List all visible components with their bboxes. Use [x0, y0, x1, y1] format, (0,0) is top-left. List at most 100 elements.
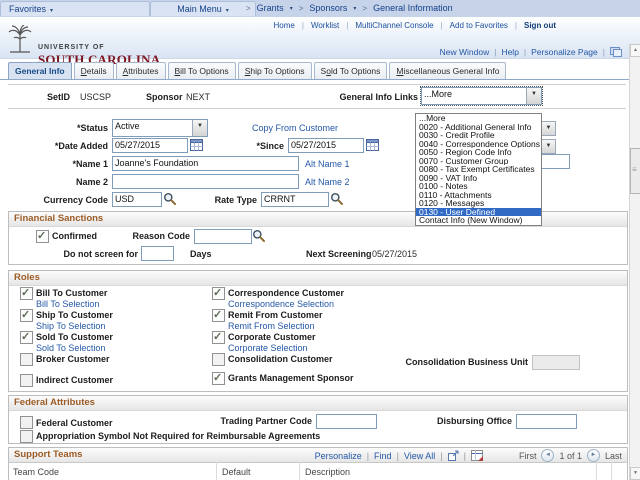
currency-code-label: Currency Code — [0, 195, 108, 205]
dropdown-option[interactable]: 0110 - Attachments — [416, 191, 541, 200]
breadcrumb-separator-icon: > — [299, 4, 304, 13]
view-all-link[interactable]: View All — [404, 451, 435, 461]
scroll-down-icon[interactable]: ▼ — [630, 467, 640, 480]
find-link[interactable]: Find — [374, 451, 392, 461]
dropdown-option[interactable]: 0090 - VAT Info — [416, 174, 541, 183]
confirmed-checkbox[interactable] — [36, 230, 49, 243]
dropdown-option[interactable]: 0100 - Notes — [416, 182, 541, 191]
pager-previous-icon[interactable]: ◄ — [541, 449, 554, 462]
tab-general-info[interactable]: General Info — [8, 62, 72, 80]
dropdown-option[interactable]: 0040 - Correspondence Options — [416, 140, 541, 149]
disbursing-office-input[interactable] — [516, 414, 577, 429]
http-window-icon[interactable] — [610, 47, 622, 57]
multichannel-console-link[interactable]: MultiChannel Console — [355, 21, 433, 30]
hidden-dropdown-arrow-icon[interactable]: ▼ — [541, 121, 556, 136]
usc-palmetto-logo-icon — [8, 25, 32, 53]
new-window-link[interactable]: New Window — [440, 47, 490, 57]
scrollbar-thumb[interactable] — [630, 148, 640, 194]
hidden-text-input[interactable] — [538, 154, 570, 169]
general-info-links-label: General Info Links — [300, 92, 418, 102]
tab-ship-to-options[interactable]: Ship To Options — [238, 62, 312, 80]
corporate-selection-link[interactable]: Corporate Selection — [228, 343, 308, 353]
lookup-magnifier-icon[interactable] — [252, 229, 265, 242]
bill-to-customer-checkbox[interactable] — [20, 287, 33, 300]
breadcrumb-sponsors[interactable]: Sponsors — [309, 3, 347, 13]
status-select[interactable]: Active ▼ — [112, 119, 208, 137]
dropdown-option[interactable]: 0050 - Region Code Info — [416, 148, 541, 157]
personalize-page-link[interactable]: Personalize Page — [531, 47, 598, 57]
dropdown-option[interactable]: Contact Info (New Window) — [416, 216, 541, 225]
help-link[interactable]: Help — [501, 47, 518, 57]
peoplesoft-sponsor-general-information-page: Favorites▾ Main Menu▾ > Grants ▾ > Spons… — [0, 0, 640, 480]
sold-to-selection-link[interactable]: Sold To Selection — [36, 343, 105, 353]
vertical-scrollbar[interactable]: ▲ ▼ — [629, 44, 640, 480]
since-input[interactable]: 05/27/2015 — [288, 138, 364, 153]
download-to-excel-icon[interactable] — [471, 450, 483, 461]
tab-details[interactable]: Details — [74, 62, 114, 80]
broker-customer-checkbox[interactable] — [20, 353, 33, 366]
indirect-customer-checkbox[interactable] — [20, 374, 33, 387]
tab-attributes[interactable]: Attributes — [116, 62, 166, 80]
reason-code-input[interactable] — [194, 229, 252, 244]
chevron-down-icon: ▾ — [226, 8, 229, 14]
alt-name1-link[interactable]: Alt Name 1 — [305, 159, 350, 169]
favorites-menu[interactable]: Favorites▾ — [0, 1, 150, 16]
alt-name2-link[interactable]: Alt Name 2 — [305, 177, 350, 187]
dropdown-arrow-icon: ▼ — [526, 88, 541, 104]
zoom-grid-icon[interactable] — [448, 450, 459, 461]
scroll-up-icon[interactable]: ▲ — [630, 44, 640, 57]
corporate-customer-checkbox[interactable] — [212, 331, 225, 344]
general-info-links-open-list: ...More 0020 - Additional General Info 0… — [415, 113, 542, 226]
general-info-links-select[interactable]: ...More ▼ — [421, 87, 542, 105]
sign-out-link[interactable]: Sign out — [524, 21, 556, 30]
rate-type-input[interactable]: CRRNT — [261, 192, 329, 207]
separator: | — [603, 47, 605, 57]
dropdown-option[interactable]: 0080 - Tax Exempt Certificates — [416, 165, 541, 174]
column-header-team-code: Team Code — [13, 467, 59, 477]
remit-from-customer-checkbox[interactable] — [212, 309, 225, 322]
dropdown-option[interactable]: 0030 - Credit Profile — [416, 131, 541, 140]
pager-next-icon[interactable]: ► — [587, 449, 600, 462]
remit-from-selection-link[interactable]: Remit From Selection — [228, 321, 315, 331]
name1-input[interactable]: Joanne's Foundation — [112, 156, 299, 171]
trading-partner-code-input[interactable] — [316, 414, 377, 429]
breadcrumb-grants[interactable]: Grants — [257, 3, 284, 13]
bill-to-selection-link[interactable]: Bill To Selection — [36, 299, 99, 309]
tab-bill-to-options[interactable]: Bill To Options — [168, 62, 236, 80]
sponsor-label: Sponsor — [146, 92, 183, 102]
add-to-favorites-link[interactable]: Add to Favorites — [450, 21, 508, 30]
ship-to-selection-link[interactable]: Ship To Selection — [36, 321, 105, 331]
correspondence-customer-checkbox[interactable] — [212, 287, 225, 300]
dropdown-option-selected[interactable]: 0130 - User Defined — [416, 208, 541, 217]
copy-from-customer-link[interactable]: Copy From Customer — [252, 123, 338, 133]
lookup-magnifier-icon[interactable] — [330, 192, 343, 205]
date-added-input[interactable]: 05/27/2015 — [112, 138, 188, 153]
dropdown-option[interactable]: 0070 - Customer Group — [416, 157, 541, 166]
grants-management-sponsor-checkbox[interactable] — [212, 372, 225, 385]
worklist-link[interactable]: Worklist — [311, 21, 339, 30]
chevron-down-icon[interactable]: ▾ — [290, 5, 293, 12]
main-menu[interactable]: Main Menu▾ — [150, 1, 256, 16]
status-label: *Status — [0, 123, 108, 133]
calendar-icon[interactable] — [366, 138, 379, 151]
tab-sold-to-options[interactable]: Sold To Options — [314, 62, 388, 80]
appropriation-symbol-checkbox[interactable] — [20, 430, 33, 443]
personalize-link[interactable]: Personalize — [315, 451, 362, 461]
chevron-down-icon[interactable]: ▾ — [353, 5, 356, 12]
name2-input[interactable] — [112, 174, 299, 189]
federal-customer-checkbox[interactable] — [20, 416, 33, 429]
sold-to-customer-checkbox[interactable] — [20, 331, 33, 344]
separator: | — [441, 21, 443, 30]
tab-miscellaneous-general-info[interactable]: Miscellaneous General Info — [389, 62, 506, 80]
correspondence-selection-link[interactable]: Correspondence Selection — [228, 299, 334, 309]
do-not-screen-input[interactable] — [141, 246, 174, 261]
consolidation-customer-checkbox[interactable] — [212, 353, 225, 366]
hidden-dropdown-arrow-icon[interactable]: ▼ — [541, 139, 556, 154]
dropdown-option[interactable]: 0020 - Additional General Info — [416, 123, 541, 132]
dropdown-option[interactable]: 0120 - Messages — [416, 199, 541, 208]
header-utility-links: Home | Worklist | MultiChannel Console |… — [274, 21, 556, 30]
grid-header-top-border — [9, 462, 625, 463]
home-link[interactable]: Home — [274, 21, 295, 30]
dropdown-option[interactable]: ...More — [416, 114, 541, 123]
ship-to-customer-checkbox[interactable] — [20, 309, 33, 322]
